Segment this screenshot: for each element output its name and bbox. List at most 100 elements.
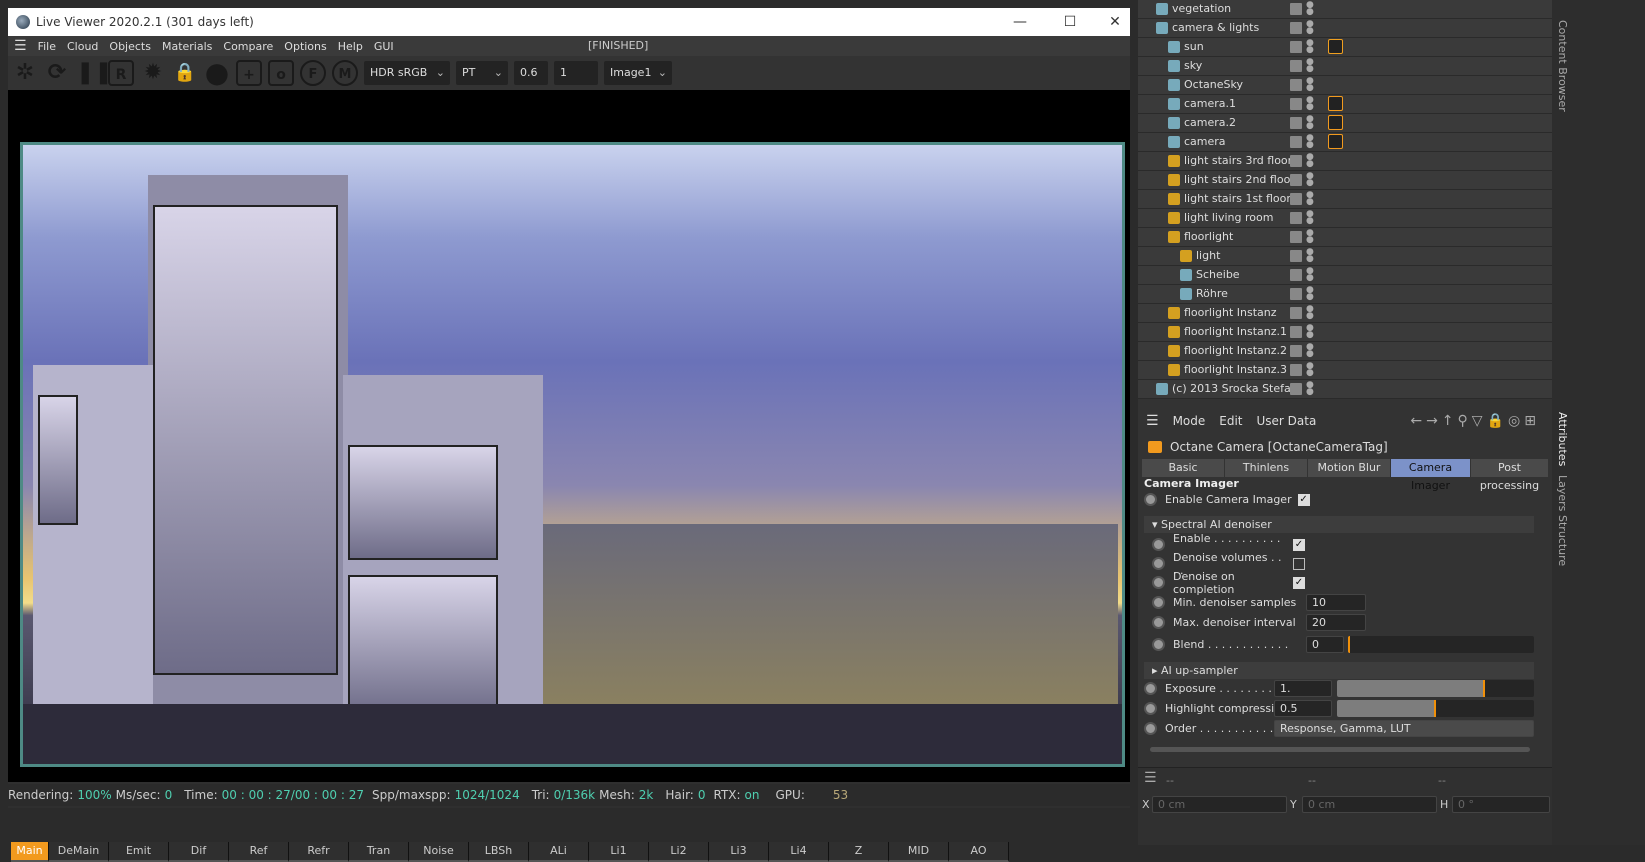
- tag-icon[interactable]: [1328, 134, 1343, 149]
- x-position-input[interactable]: 0 cm: [1152, 796, 1287, 813]
- rendered-image[interactable]: [20, 142, 1125, 767]
- tree-row[interactable]: Röhre ● ●: [1138, 285, 1552, 304]
- enable-checkbox[interactable]: ✓: [1293, 538, 1305, 551]
- object-name[interactable]: light stairs 2nd floor: [1184, 173, 1295, 186]
- pass-tab[interactable]: Tran: [349, 842, 409, 862]
- visibility-dots-icon[interactable]: ● ●: [1306, 20, 1314, 36]
- order-select[interactable]: Response, Gamma, LUT: [1274, 720, 1534, 737]
- layer-icon[interactable]: [1290, 3, 1302, 15]
- animate-icon[interactable]: [1152, 538, 1165, 551]
- lock-icon[interactable]: 🔒: [172, 60, 198, 86]
- layer-icon[interactable]: [1290, 117, 1302, 129]
- tree-row[interactable]: Scheibe ● ●: [1138, 266, 1552, 285]
- visibility-dots-icon[interactable]: ● ●: [1306, 267, 1314, 283]
- pass-tab[interactable]: Emit: [109, 842, 169, 862]
- tree-row[interactable]: light stairs 2nd floor ● ●: [1138, 171, 1552, 190]
- tree-row[interactable]: light stairs 1st floor ● ●: [1138, 190, 1552, 209]
- pass-tab[interactable]: Li4: [769, 842, 829, 862]
- tab-content-browser[interactable]: Content Browser: [1556, 20, 1569, 112]
- object-name[interactable]: vegetation: [1172, 2, 1231, 15]
- tree-row[interactable]: floorlight Instanz.1 ● ●: [1138, 323, 1552, 342]
- visibility-dots-icon[interactable]: ● ●: [1306, 381, 1314, 397]
- animate-icon[interactable]: [1144, 702, 1157, 715]
- visibility-dots-icon[interactable]: ● ●: [1306, 229, 1314, 245]
- object-name[interactable]: camera.1: [1184, 97, 1236, 110]
- menu-user-data[interactable]: User Data: [1257, 414, 1317, 428]
- pass-tab[interactable]: MID: [889, 842, 949, 862]
- highlight-slider[interactable]: [1337, 700, 1534, 717]
- layer-icon[interactable]: [1290, 155, 1302, 167]
- tree-row[interactable]: camera.1 ● ●: [1138, 95, 1552, 114]
- tree-row[interactable]: camera ● ●: [1138, 133, 1552, 152]
- tag-icon[interactable]: [1328, 96, 1343, 111]
- ai-upsampler-header[interactable]: ▸ AI up-sampler: [1144, 662, 1534, 679]
- nav-arrows-icon[interactable]: ←→↑⚲▽🔒◎⊞: [1410, 413, 1540, 429]
- object-name[interactable]: OctaneSky: [1184, 78, 1243, 91]
- visibility-dots-icon[interactable]: ● ●: [1306, 39, 1314, 55]
- blend-slider[interactable]: [1348, 636, 1534, 653]
- pass-tab[interactable]: Li3: [709, 842, 769, 862]
- object-name[interactable]: Scheibe: [1196, 268, 1240, 281]
- object-name[interactable]: light stairs 3rd floor: [1184, 154, 1292, 167]
- tree-row[interactable]: vegetation ● ●: [1138, 0, 1552, 19]
- tree-row[interactable]: light stairs 3rd floor ● ●: [1138, 152, 1552, 171]
- visibility-dots-icon[interactable]: ● ●: [1306, 362, 1314, 378]
- object-name[interactable]: light: [1196, 249, 1220, 262]
- m-pin-icon[interactable]: M: [332, 60, 358, 86]
- visibility-dots-icon[interactable]: ● ●: [1306, 1, 1314, 17]
- layer-icon[interactable]: [1290, 288, 1302, 300]
- tree-row[interactable]: light living room ● ●: [1138, 209, 1552, 228]
- pass-tab[interactable]: Li1: [589, 842, 649, 862]
- horizontal-scrollbar[interactable]: [1150, 747, 1530, 752]
- maximize-button[interactable]: ☐: [1048, 8, 1092, 36]
- layer-icon[interactable]: [1290, 60, 1302, 72]
- menu-objects[interactable]: Objects: [109, 40, 151, 53]
- object-name[interactable]: floorlight Instanz.1: [1184, 325, 1287, 338]
- value-stepper-1[interactable]: 0.6: [514, 61, 548, 85]
- layer-icon[interactable]: [1290, 326, 1302, 338]
- object-name[interactable]: camera.2: [1184, 116, 1236, 129]
- layer-icon[interactable]: [1290, 41, 1302, 53]
- visibility-dots-icon[interactable]: ● ●: [1306, 134, 1314, 150]
- tree-row[interactable]: OctaneSky ● ●: [1138, 76, 1552, 95]
- animate-icon[interactable]: [1144, 722, 1157, 735]
- animate-icon[interactable]: [1144, 682, 1157, 695]
- spectral-denoiser-header[interactable]: ▾ Spectral AI denoiser: [1144, 516, 1534, 533]
- visibility-dots-icon[interactable]: ● ●: [1306, 77, 1314, 93]
- pass-tab-main[interactable]: Main: [11, 842, 49, 862]
- object-name[interactable]: floorlight Instanz.2: [1184, 344, 1287, 357]
- animate-icon[interactable]: [1144, 493, 1157, 506]
- image-select[interactable]: Image1 ⌄: [604, 61, 672, 85]
- pause-icon[interactable]: ❚❚: [76, 60, 113, 86]
- pass-tab[interactable]: ALi: [529, 842, 589, 862]
- object-name[interactable]: (c) 2013 Srocka Stefan: [1172, 382, 1298, 395]
- refresh-icon[interactable]: ⟳: [44, 60, 70, 86]
- denoise-completion-checkbox[interactable]: ✓: [1293, 576, 1305, 589]
- kernel-select[interactable]: PT ⌄: [456, 61, 508, 85]
- visibility-dots-icon[interactable]: ● ●: [1306, 115, 1314, 131]
- visibility-dots-icon[interactable]: ● ●: [1306, 191, 1314, 207]
- tab-camera-imager[interactable]: Camera Imager: [1391, 459, 1471, 492]
- tree-row[interactable]: floorlight Instanz.2 ● ●: [1138, 342, 1552, 361]
- layer-icon[interactable]: [1290, 98, 1302, 110]
- visibility-dots-icon[interactable]: ● ●: [1306, 248, 1314, 264]
- render-viewport[interactable]: Main DeMain Emit Dif Ref Refr Tran Noise…: [8, 90, 1130, 862]
- hamburger-icon[interactable]: ☰: [14, 38, 27, 54]
- object-name[interactable]: floorlight: [1184, 230, 1233, 243]
- animate-icon[interactable]: [1152, 596, 1165, 609]
- f-pin-icon[interactable]: F: [300, 60, 326, 86]
- y-position-input[interactable]: 0 cm: [1302, 796, 1437, 813]
- visibility-dots-icon[interactable]: ● ●: [1306, 153, 1314, 169]
- max-interval-input[interactable]: 20: [1306, 614, 1366, 631]
- tab-thinlens[interactable]: Thinlens: [1225, 459, 1308, 477]
- pass-tab[interactable]: AO: [949, 842, 1009, 862]
- menu-cloud[interactable]: Cloud: [67, 40, 98, 53]
- tab-motion-blur[interactable]: Motion Blur: [1308, 459, 1391, 477]
- layer-icon[interactable]: [1290, 269, 1302, 281]
- pass-tab[interactable]: Noise: [409, 842, 469, 862]
- tree-row[interactable]: sun ● ●: [1138, 38, 1552, 57]
- o-box-icon[interactable]: o: [268, 60, 294, 86]
- layer-icon[interactable]: [1290, 307, 1302, 319]
- layer-icon[interactable]: [1290, 136, 1302, 148]
- pass-tab[interactable]: Ref: [229, 842, 289, 862]
